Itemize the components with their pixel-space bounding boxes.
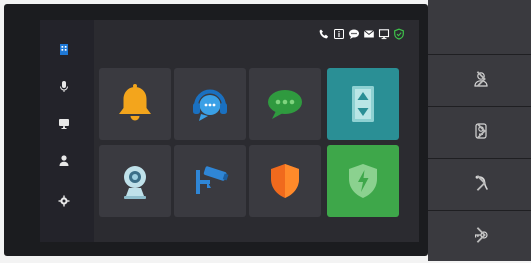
chevron-right-icon	[476, 175, 486, 191]
chat-tile[interactable]	[249, 68, 321, 140]
building-icon	[60, 44, 68, 55]
user-call-button[interactable]	[428, 54, 531, 107]
shield-status	[393, 28, 405, 40]
alarm-shield-tile[interactable]	[249, 145, 321, 217]
shield-lightning-icon	[349, 164, 377, 198]
headset-tile[interactable]	[174, 68, 246, 140]
screen	[40, 20, 419, 242]
phone-icon	[319, 29, 329, 39]
sidebar-item-building[interactable]	[50, 38, 78, 60]
sidebar-item-monitor[interactable]	[50, 112, 78, 134]
microphone-icon	[60, 81, 68, 92]
message-status	[348, 28, 360, 40]
info-status	[333, 28, 345, 40]
phone-status	[318, 28, 330, 40]
bell-icon	[119, 84, 151, 121]
sidebar-item-user[interactable]	[50, 149, 78, 171]
shield-icon	[271, 164, 299, 198]
mail-icon	[363, 30, 375, 38]
handset-button[interactable]	[428, 158, 531, 211]
arm-tile[interactable]	[327, 145, 399, 217]
intercom-device	[0, 0, 531, 261]
unlock-key-button[interactable]	[428, 210, 531, 263]
right-button-panel	[428, 0, 531, 261]
user-icon	[59, 155, 69, 166]
indoor-camera-tile[interactable]	[99, 145, 171, 217]
screen-icon	[378, 29, 390, 40]
gear-icon	[58, 195, 70, 207]
sidebar-item-settings[interactable]	[50, 190, 78, 212]
info-icon	[334, 29, 344, 39]
bell-tile[interactable]	[99, 68, 171, 140]
screen-status	[378, 28, 390, 40]
sidebar	[40, 20, 94, 242]
sidebar-item-microphone[interactable]	[50, 75, 78, 97]
headset-icon	[193, 89, 227, 121]
message-icon	[349, 29, 359, 39]
monitor-icon	[59, 119, 69, 129]
elevator-icon	[352, 86, 374, 122]
mail-status	[363, 28, 375, 40]
cctv-icon	[196, 166, 229, 194]
chevron-right-icon	[476, 123, 486, 139]
chat-icon	[268, 90, 302, 119]
chevron-right-icon	[476, 71, 486, 87]
camera-icon	[124, 166, 146, 199]
cctv-tile[interactable]	[174, 145, 246, 217]
shield-icon	[394, 28, 404, 40]
doorbell-button[interactable]	[428, 106, 531, 159]
elevator-tile[interactable]	[327, 68, 399, 140]
chevron-right-icon	[476, 227, 486, 243]
status-bar	[318, 28, 405, 40]
